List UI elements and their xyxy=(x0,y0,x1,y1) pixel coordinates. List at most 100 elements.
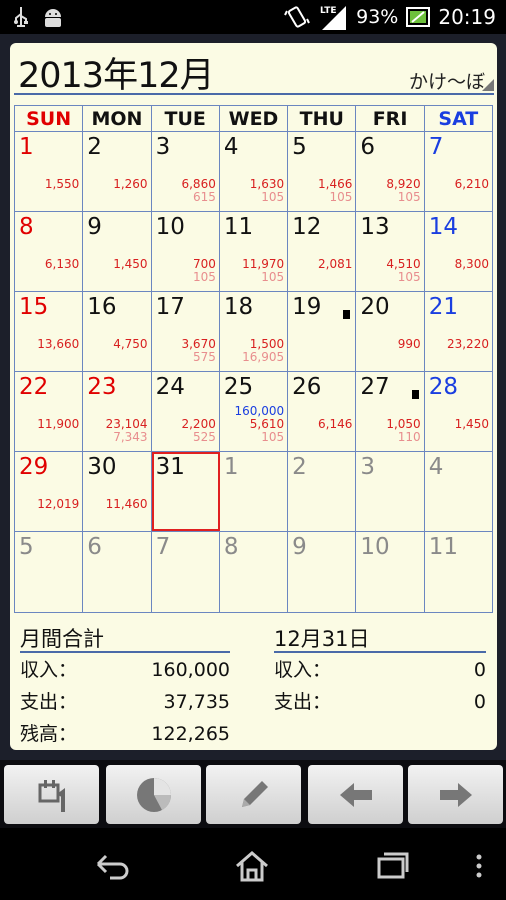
day-number: 31 xyxy=(155,454,185,480)
calendar-day-cell[interactable]: 15 13,660 xyxy=(15,292,84,371)
calendar-day-cell[interactable]: 8 xyxy=(220,532,289,612)
calendar-day-cell[interactable]: 11 xyxy=(425,532,492,612)
monthly-summary-title: 月間合計 xyxy=(20,623,230,653)
monthly-expense-row: 支出： 37,735 xyxy=(20,687,230,717)
daily-income-value: 0 xyxy=(473,659,486,681)
calendar-day-cell[interactable]: 19 xyxy=(288,292,357,371)
usb-icon xyxy=(14,7,28,27)
calendar-day-cell[interactable]: 9 xyxy=(288,532,357,612)
balance-label: 残高： xyxy=(20,723,78,745)
calendar-day-cell[interactable]: 18 1,500 16,905 xyxy=(220,292,289,371)
day-number: 5 xyxy=(19,534,34,560)
day-number: 26 xyxy=(292,374,322,400)
clock: 20:19 xyxy=(438,5,496,29)
day-number: 9 xyxy=(292,534,307,560)
calendar-day-cell[interactable]: 1 1,550 xyxy=(15,132,84,211)
day-number: 27 xyxy=(360,374,390,400)
day-number: 23 xyxy=(87,374,117,400)
calendar-day-cell[interactable]: 13 4,510 105 xyxy=(356,212,425,291)
calendar-day-cell[interactable]: 3 xyxy=(356,452,425,531)
calendar-day-cell[interactable]: 6 xyxy=(83,532,152,612)
expense-label: 支出： xyxy=(20,691,78,713)
calendar-day-cell[interactable]: 17 3,670 575 xyxy=(152,292,220,371)
calendar-day-cell[interactable]: 5 1,466 105 xyxy=(288,132,357,211)
calendar-day-cell[interactable]: 24 2,200 525 xyxy=(152,372,220,451)
calendar-day-cell[interactable]: 3 6,860 615 xyxy=(152,132,220,211)
day-number: 11 xyxy=(223,214,254,240)
day-number: 29 xyxy=(19,454,49,480)
calendar-day-cell[interactable]: 30 11,460 xyxy=(83,452,152,531)
day-sub-amount: 7,343 xyxy=(113,430,148,444)
day-number: 12 xyxy=(292,214,322,240)
calendar-day-cell[interactable]: 4 1,630 105 xyxy=(220,132,289,211)
edit-button[interactable] xyxy=(206,765,301,824)
previous-month-button[interactable] xyxy=(308,765,403,824)
calendar-day-cell[interactable]: 6 8,920 105 xyxy=(356,132,425,211)
calendar-day-cell[interactable]: 28 1,450 xyxy=(425,372,492,451)
calendar-day-cell[interactable]: 14 8,300 xyxy=(425,212,492,291)
statistics-button[interactable] xyxy=(106,765,201,824)
income-label: 収入： xyxy=(20,659,78,681)
daily-expense-value: 0 xyxy=(473,691,486,713)
signal-lte-icon: LTE xyxy=(320,6,347,30)
daily-expense-row: 支出： 0 xyxy=(274,687,486,717)
calendar-day-cell[interactable]: 8 6,130 xyxy=(15,212,84,291)
monthly-expense-value: 37,735 xyxy=(163,691,230,713)
calendar-week-row: 5 6 7 8 9 10 11 xyxy=(15,532,492,612)
day-expense: 6,130 xyxy=(44,257,80,271)
weekday-thu: THU xyxy=(288,106,357,131)
day-number: 17 xyxy=(155,294,185,320)
memo-marker-icon xyxy=(411,390,419,399)
overflow-menu-icon[interactable] xyxy=(474,854,484,878)
day-sub-amount: 575 xyxy=(192,350,216,364)
monthly-summary: 月間合計 収入： 160,000 支出： 37,735 残高： 122,265 xyxy=(20,623,230,749)
calendar-day-cell[interactable]: 10 xyxy=(356,532,425,612)
home-icon[interactable] xyxy=(234,850,270,882)
calendar-day-cell[interactable]: 1 xyxy=(220,452,289,531)
calendar-day-cell[interactable]: 9 1,450 xyxy=(83,212,152,291)
calendar-day-cell[interactable]: 2 1,260 xyxy=(83,132,152,211)
calendar-day-cell[interactable]: 29 12,019 xyxy=(15,452,84,531)
battery-charging-icon xyxy=(406,7,431,27)
back-icon[interactable] xyxy=(94,850,130,880)
day-sub-amount: 105 xyxy=(261,190,285,204)
calendar-day-cell[interactable]: 4 xyxy=(425,452,492,531)
calendar-day-cell[interactable]: 5 xyxy=(15,532,84,612)
account-selector[interactable]: かけ～ぼ xyxy=(409,67,485,94)
day-sub-amount: 105 xyxy=(192,270,216,284)
title-divider xyxy=(14,93,494,95)
day-expense: 1,260 xyxy=(113,177,148,191)
weekday-header: SUN MON TUE WED THU FRI SAT xyxy=(15,106,492,132)
calendar-day-cell[interactable]: 22 11,900 xyxy=(15,372,84,451)
day-number: 22 xyxy=(19,374,49,400)
calendar-day-cell[interactable]: 12 2,081 xyxy=(288,212,357,291)
day-expense: 8,300 xyxy=(454,257,489,271)
calendar-day-cell[interactable]: 27 1,050 110 xyxy=(356,372,425,451)
calendar-day-cell[interactable]: 26 6,146 xyxy=(288,372,357,451)
day-number: 16 xyxy=(87,294,117,320)
daily-summary: 12月31日 収入： 0 支出： 0 xyxy=(274,623,486,717)
monthly-balance-row: 残高： 122,265 xyxy=(20,719,230,749)
calendar-day-cell[interactable]: 2 xyxy=(288,452,357,531)
pie-chart-icon xyxy=(136,777,171,812)
day-number: 30 xyxy=(87,454,117,480)
day-sub-amount: 105 xyxy=(329,190,353,204)
day-number: 3 xyxy=(155,134,171,160)
today-button[interactable] xyxy=(4,765,99,824)
calendar-day-cell[interactable]: 16 4,750 xyxy=(83,292,152,371)
calendar-day-cell[interactable]: 7 xyxy=(152,532,220,612)
calendar-day-cell[interactable]: 11 11,970 105 xyxy=(220,212,289,291)
calendar-day-cell[interactable]: 21 23,220 xyxy=(425,292,492,371)
calendar-day-cell[interactable]: 23 23,104 7,343 xyxy=(83,372,152,451)
next-month-button[interactable] xyxy=(408,765,503,824)
recent-apps-icon[interactable] xyxy=(376,850,410,880)
svg-text:LTE: LTE xyxy=(320,6,337,16)
day-number: 7 xyxy=(155,534,171,560)
month-title[interactable]: 2013年12月 xyxy=(18,47,215,98)
calendar-day-cell[interactable]: 20 990 xyxy=(356,292,425,371)
calendar-day-cell[interactable]: 7 6,210 xyxy=(425,132,492,211)
calendar-day-cell[interactable]: 25 160,000 5,610 105 xyxy=(220,372,289,451)
calendar-day-cell-selected[interactable]: 31 xyxy=(151,452,220,531)
calendar-day-cell[interactable]: 10 700 105 xyxy=(152,212,220,291)
dropdown-triangle-icon[interactable] xyxy=(482,79,494,91)
